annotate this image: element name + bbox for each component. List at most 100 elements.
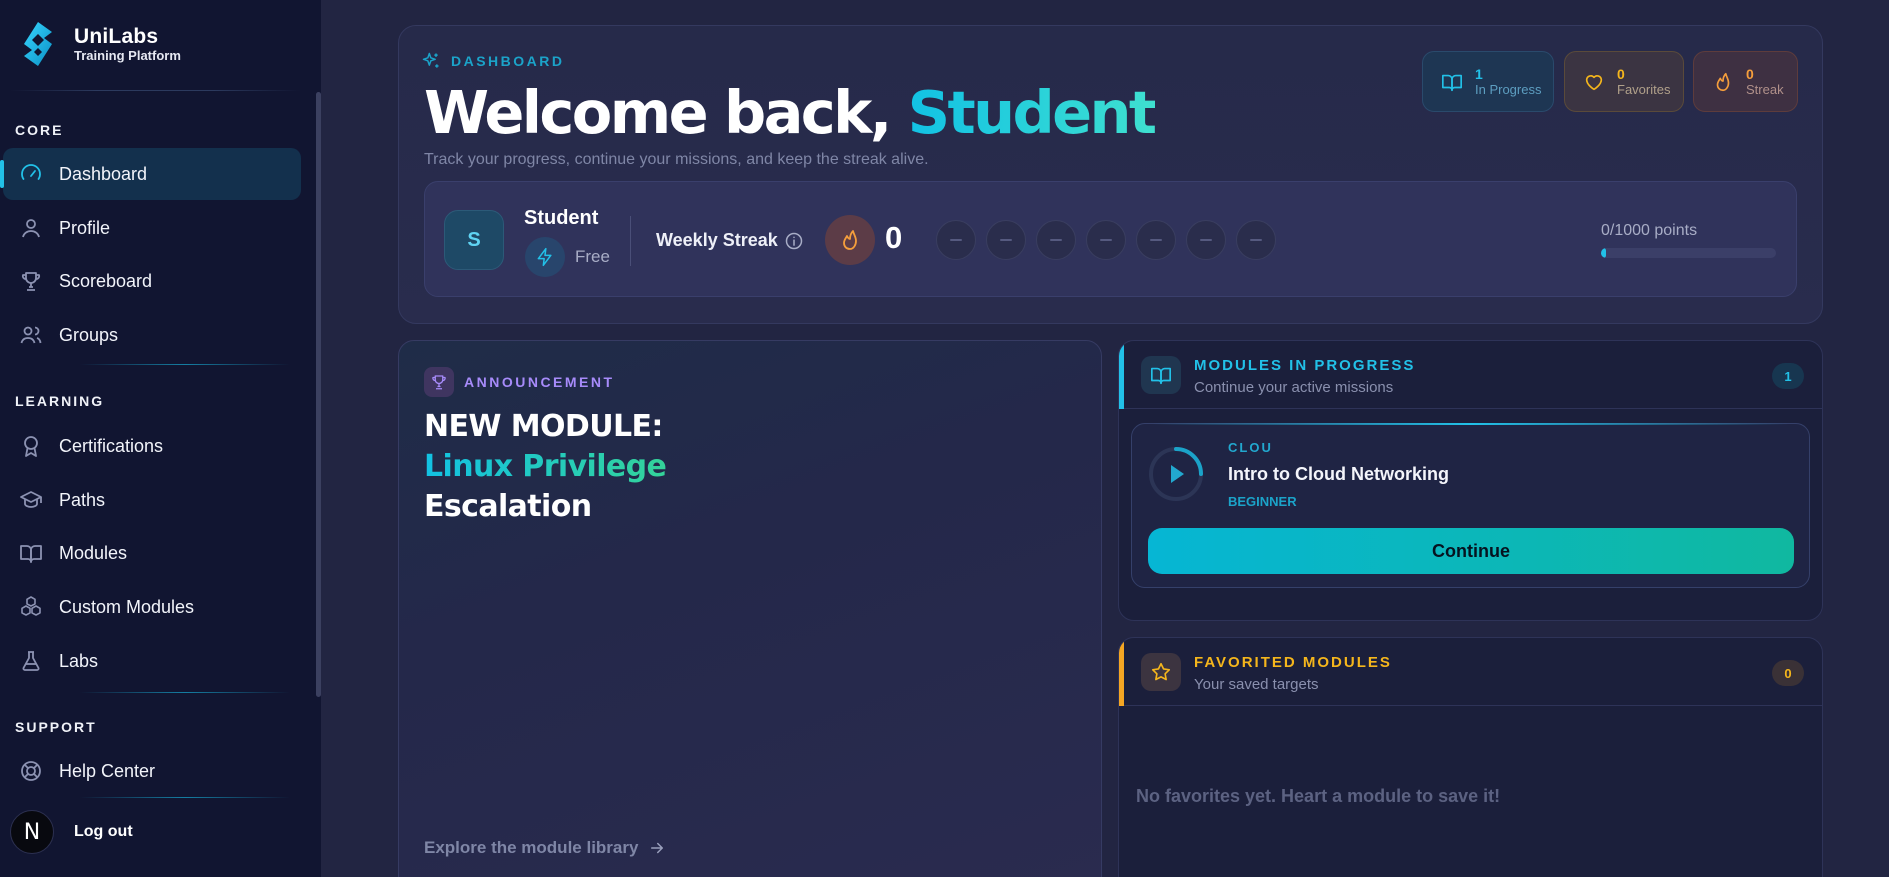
points-progress-fill: [1601, 248, 1606, 258]
page-tag: DASHBOARD: [421, 51, 565, 71]
brand[interactable]: UniLabs Training Platform: [22, 22, 181, 66]
info-icon[interactable]: [784, 231, 804, 251]
announcement-icon-box: [424, 367, 454, 397]
greeting-text: Welcome back,: [424, 78, 908, 147]
explore-library-link[interactable]: Explore the module library: [424, 838, 666, 858]
sidebar-item-help-center[interactable]: Help Center: [3, 745, 301, 797]
page-subtitle: Track your progress, continue your missi…: [424, 151, 929, 168]
divider: [630, 216, 631, 266]
brand-name: UniLabs: [74, 25, 159, 48]
users-icon: [20, 326, 42, 344]
sidebar-item-dashboard[interactable]: Dashboard: [0, 148, 301, 200]
panel-subtitle: Your saved targets: [1194, 676, 1319, 693]
star-icon: [1151, 662, 1171, 681]
sidebar-item-scoreboard[interactable]: Scoreboard: [3, 255, 301, 307]
logout-button[interactable]: N Log out: [10, 810, 133, 854]
sidebar: UniLabs Training Platform CORE Dashboard…: [0, 0, 321, 877]
sidebar-item-label: Scoreboard: [59, 270, 153, 291]
sidebar-item-label: Help Center: [59, 760, 156, 781]
stat-streak[interactable]: 0 Streak: [1693, 51, 1798, 112]
gauge-icon: [21, 164, 41, 180]
sidebar-item-custom-modules[interactable]: Custom Modules: [3, 581, 301, 633]
sidebar-divider: [10, 90, 300, 91]
announcement-title-highlight: Linux Privilege: [424, 447, 667, 487]
graduation-cap-icon: [20, 491, 42, 508]
streak-day: [1036, 220, 1076, 260]
sidebar-item-labs[interactable]: Labs: [3, 635, 301, 687]
sidebar-item-certifications[interactable]: Certifications: [3, 420, 301, 472]
flame-icon: [843, 230, 857, 250]
count-badge: 1: [1772, 363, 1804, 389]
announcement-title-line: Escalation: [424, 489, 592, 524]
stat-in-progress[interactable]: 1 In Progress: [1422, 51, 1554, 112]
page-tag-label: DASHBOARD: [451, 53, 565, 69]
panel-title: MODULES IN PROGRESS: [1194, 357, 1416, 374]
stat-value: 0: [1746, 66, 1754, 82]
module-category: CLOU: [1228, 440, 1273, 455]
points-text: 0/1000 points: [1601, 222, 1698, 239]
streak-day: [936, 220, 976, 260]
streak-day: [1236, 220, 1276, 260]
announcement-title-line: NEW MODULE:: [424, 409, 663, 444]
plan-label: Free: [575, 247, 610, 266]
bolt-icon: [537, 247, 552, 267]
sidebar-item-modules[interactable]: Modules: [3, 527, 301, 579]
weekly-streak-label: Weekly Streak: [656, 230, 778, 250]
announcement-card: ANNOUNCEMENT NEW MODULE: Linux Privilege…: [398, 340, 1102, 877]
boxes-icon: [21, 596, 41, 616]
continue-button[interactable]: Continue: [1148, 528, 1794, 574]
brand-subtitle: Training Platform: [74, 48, 181, 63]
life-buoy-icon: [21, 761, 41, 781]
progress-ring: [1149, 447, 1203, 501]
book-open-icon: [1151, 367, 1171, 385]
user-name: Student: [907, 78, 1158, 147]
stat-favorites[interactable]: 0 Favorites: [1564, 51, 1684, 112]
panel-accent: [1119, 341, 1124, 409]
profile-summary: S Student Free Weekly Streak 0 0/1000 po…: [424, 181, 1797, 297]
sidebar-item-label: Labs: [59, 650, 99, 671]
module-card[interactable]: CLOU Intro to Cloud Networking BEGINNER …: [1131, 423, 1810, 588]
award-icon: [24, 436, 38, 457]
panel-header: FAVORITED MODULES Your saved targets 0: [1119, 638, 1822, 706]
sidebar-item-label: Profile: [59, 217, 111, 238]
panel-subtitle: Continue your active missions: [1194, 379, 1394, 396]
sidebar-item-profile[interactable]: Profile: [3, 202, 301, 254]
sidebar-item-paths[interactable]: Paths: [3, 474, 301, 526]
count-badge: 0: [1772, 660, 1804, 686]
sidebar-item-groups[interactable]: Groups: [3, 309, 301, 361]
sidebar-item-label: Paths: [59, 489, 106, 510]
sidebar-divider: [80, 364, 290, 365]
profile-name: Student: [524, 207, 599, 229]
streak-flame: [825, 215, 875, 265]
sidebar-divider: [80, 692, 290, 693]
panel-accent: [1119, 638, 1124, 706]
logout-label: Log out: [74, 823, 133, 840]
streak-day: [1086, 220, 1126, 260]
book-open-icon: [20, 545, 42, 563]
stat-label: In Progress: [1475, 82, 1542, 97]
stat-value: 1: [1475, 66, 1483, 82]
streak-day: [986, 220, 1026, 260]
modules-in-progress-panel: MODULES IN PROGRESS Continue your active…: [1118, 340, 1823, 621]
panel-header: MODULES IN PROGRESS Continue your active…: [1119, 341, 1822, 409]
page-title: Welcome back, Student: [424, 78, 1158, 147]
panel-icon-box: [1141, 356, 1181, 394]
sidebar-item-label: Groups: [59, 324, 119, 345]
book-open-icon: [1442, 74, 1462, 91]
arrow-right-icon: [651, 842, 664, 854]
module-title[interactable]: Intro to Cloud Networking: [1228, 464, 1449, 485]
sparkles-icon: [422, 52, 439, 68]
stat-label: Streak: [1746, 82, 1784, 97]
plan-badge: [525, 237, 565, 277]
trophy-icon: [21, 272, 41, 291]
favorited-modules-panel: FAVORITED MODULES Your saved targets 0 N…: [1118, 637, 1823, 877]
avatar[interactable]: S: [444, 210, 504, 270]
unilabs-logo: [24, 22, 52, 66]
sidebar-scrollbar[interactable]: [316, 92, 321, 697]
sidebar-divider: [80, 797, 290, 798]
announcement-label: ANNOUNCEMENT: [464, 374, 615, 390]
empty-state-message: No favorites yet. Heart a module to save…: [1136, 786, 1501, 806]
panel-title: FAVORITED MODULES: [1194, 654, 1392, 671]
section-title-core: CORE: [15, 122, 64, 138]
section-title-support: SUPPORT: [15, 719, 97, 735]
